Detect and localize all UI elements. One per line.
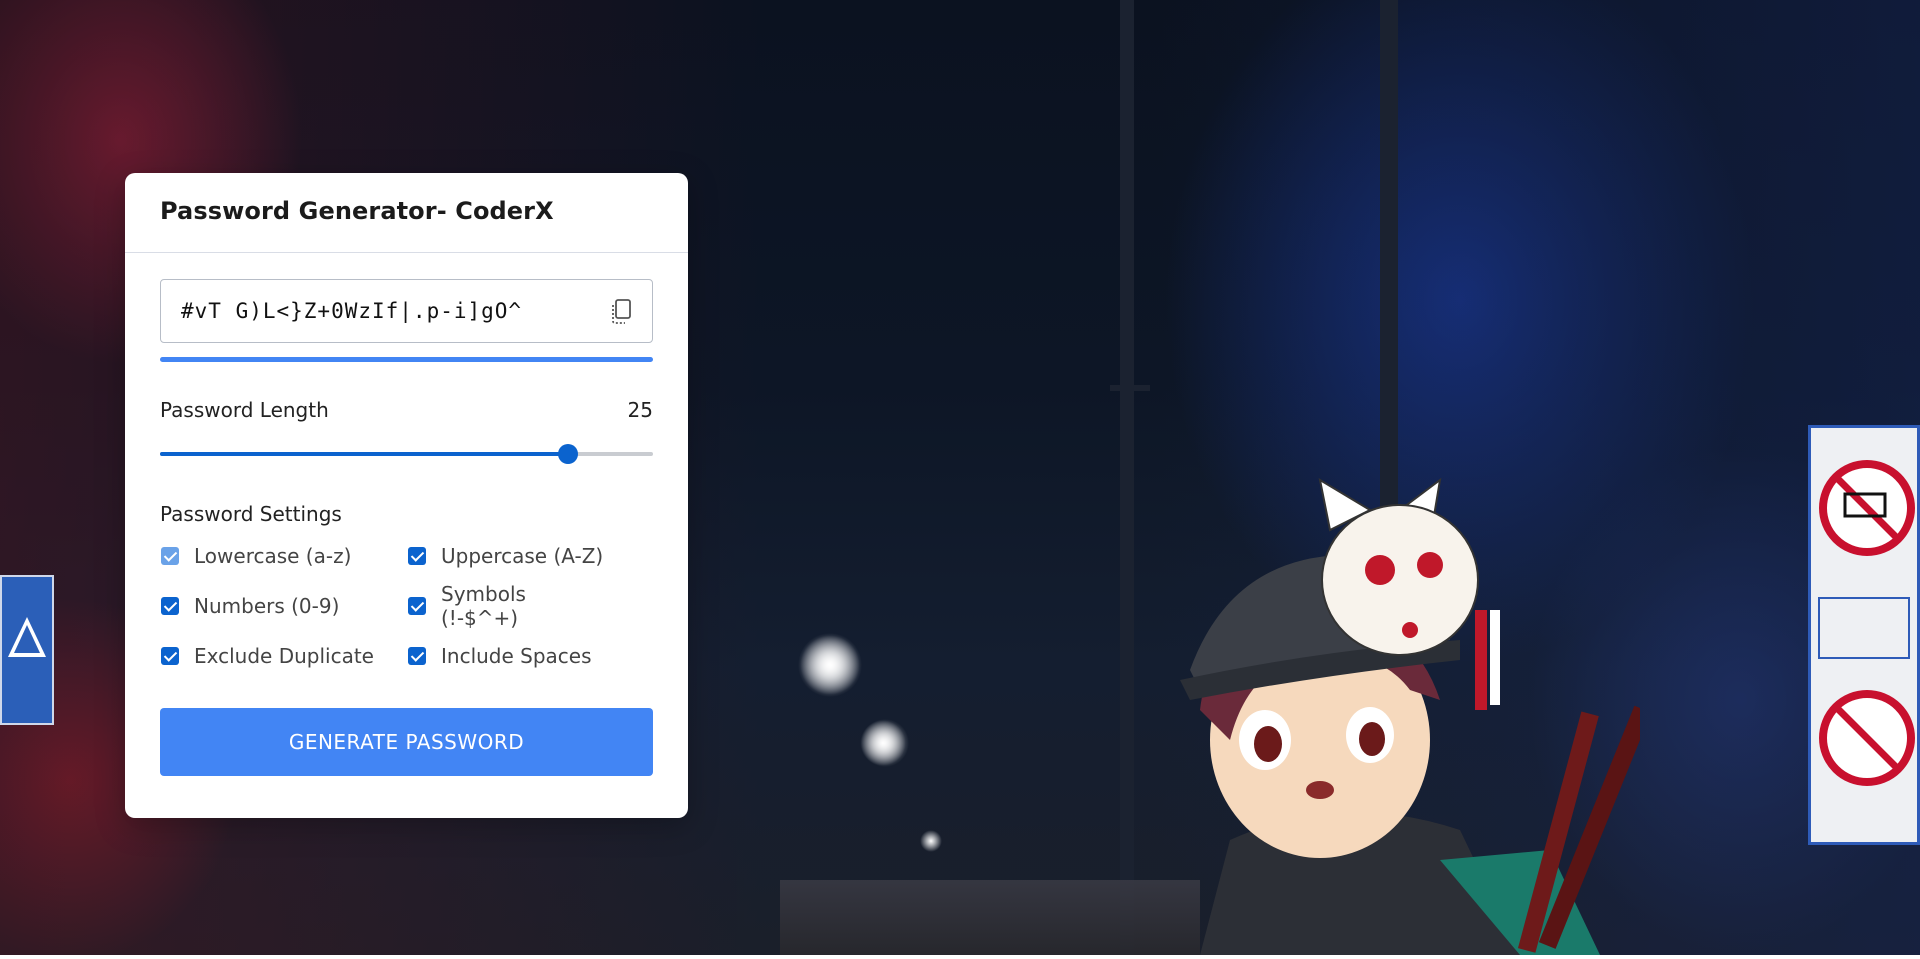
password-generator-card: Password Generator- CoderX #vT G)L<}Z+0W…: [125, 173, 688, 818]
option-include-spaces[interactable]: Include Spaces: [407, 640, 607, 671]
password-settings-title: Password Settings: [160, 502, 342, 526]
lowercase-checkbox[interactable]: [161, 546, 179, 565]
option-label: Exclude Duplicate: [194, 643, 374, 668]
password-length-value: 25: [627, 398, 653, 422]
street-lamp: [920, 830, 942, 852]
utility-pole-crossbar: [1110, 385, 1150, 391]
option-label: Include Spaces: [441, 643, 592, 668]
option-uppercase[interactable]: Uppercase (A-Z): [407, 540, 607, 571]
password-length-slider[interactable]: [160, 444, 653, 464]
password-settings-options: Lowercase (a-z) Uppercase (A-Z) Numbers …: [160, 540, 653, 671]
street-lamp: [800, 635, 860, 695]
numbers-checkbox[interactable]: [161, 596, 179, 615]
app-title: Password Generator- CoderX: [160, 197, 554, 225]
option-exclude-duplicate[interactable]: Exclude Duplicate: [160, 640, 407, 671]
option-label: Numbers (0-9): [194, 593, 340, 618]
option-lowercase[interactable]: Lowercase (a-z): [160, 540, 407, 571]
option-numbers[interactable]: Numbers (0-9): [160, 590, 407, 621]
symbols-checkbox[interactable]: [408, 596, 426, 615]
card-header: Password Generator- CoderX: [125, 173, 688, 253]
card-body: #vT G)L<}Z+0WzIf|.p-i]gO^ Password Lengt…: [125, 253, 688, 776]
option-label: Lowercase (a-z): [194, 543, 352, 568]
password-text: #vT G)L<}Z+0WzIf|.p-i]gO^: [181, 299, 523, 323]
copy-icon[interactable]: [610, 299, 632, 325]
option-label: Symbols (!-$^+): [441, 581, 526, 630]
password-length-row: Password Length 25: [160, 398, 653, 422]
password-strength-bar: [160, 357, 653, 362]
uppercase-checkbox[interactable]: [408, 546, 426, 565]
include-spaces-checkbox[interactable]: [408, 646, 426, 665]
exclude-duplicate-checkbox[interactable]: [161, 646, 179, 665]
pedestrian-sign: [0, 575, 54, 725]
street-lamp: [860, 720, 906, 766]
generate-password-button[interactable]: GENERATE PASSWORD: [160, 708, 653, 776]
road-sign: [1808, 425, 1920, 845]
password-length-label: Password Length: [160, 398, 329, 422]
slider-thumb[interactable]: [558, 444, 578, 464]
anime-character-illustration: [1080, 460, 1652, 955]
option-symbols[interactable]: Symbols (!-$^+): [407, 582, 607, 630]
password-output-field[interactable]: #vT G)L<}Z+0WzIf|.p-i]gO^: [160, 279, 653, 343]
option-label: Uppercase (A-Z): [441, 543, 604, 568]
slider-fill: [160, 452, 568, 456]
